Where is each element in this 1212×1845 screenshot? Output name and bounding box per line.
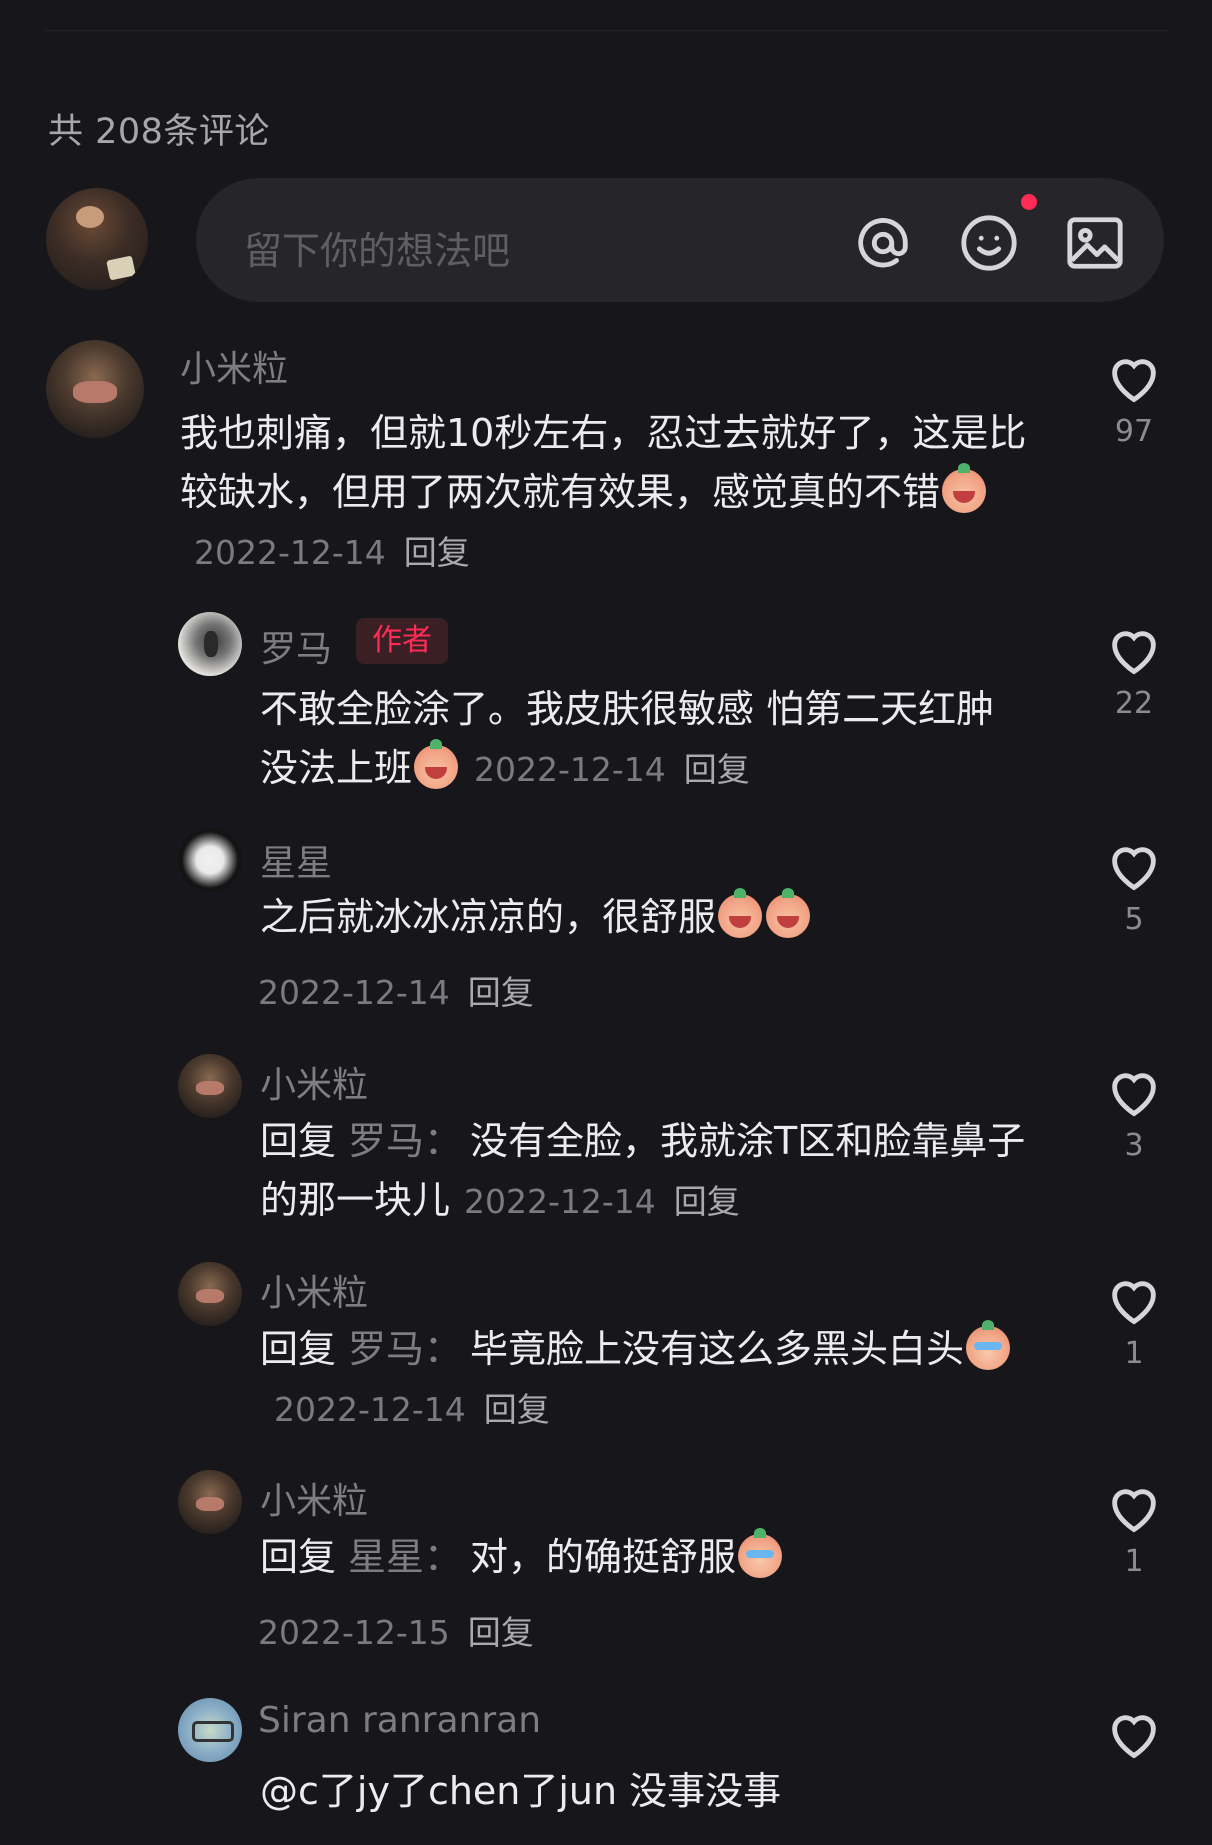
like-button[interactable]: 5 <box>1099 838 1169 937</box>
comment-body: @c了jy了chen了jun 没事没事 <box>260 1769 782 1813</box>
comment-date: 2022-12-15 <box>258 1613 450 1652</box>
like-count: 22 <box>1114 686 1154 721</box>
comment-date: 2022-12-14 <box>274 1390 466 1429</box>
avatar[interactable] <box>178 1054 242 1118</box>
comment-username[interactable]: 小米粒 <box>260 1264 368 1316</box>
smile-emoji-icon <box>942 463 987 513</box>
avatar[interactable] <box>178 612 242 676</box>
like-count: 97 <box>1114 414 1154 449</box>
heart-icon <box>1112 847 1156 891</box>
like-count: 3 <box>1124 1128 1144 1163</box>
reply-prefix: 回复 <box>260 1119 337 1163</box>
comment-date: 2022-12-14 <box>194 533 386 572</box>
cry-emoji-icon <box>966 1320 1011 1370</box>
comment-input[interactable]: 留下你的想法吧 <box>196 178 1164 302</box>
comment-date: 2022-12-14 <box>464 1182 656 1221</box>
smile-emoji-icon <box>414 739 459 789</box>
comment-text: 回复 星星： 对，的确挺舒服 <box>260 1528 1030 1587</box>
avatar[interactable] <box>178 1262 242 1326</box>
reply-button[interactable]: 回复 <box>404 533 470 572</box>
like-count: 1 <box>1124 1544 1144 1579</box>
comment-text: 回复 罗马： 毕竟脸上没有这么多黑头白头2022-12-14 回复 <box>260 1320 1040 1439</box>
current-user-avatar[interactable] <box>46 188 148 290</box>
reply-to-user: 罗马： <box>348 1119 463 1163</box>
at-icon[interactable] <box>852 212 914 274</box>
comment-input-placeholder: 留下你的想法吧 <box>244 229 511 273</box>
avatar[interactable] <box>46 340 144 438</box>
image-icon[interactable] <box>1064 212 1126 274</box>
heart-icon <box>1112 1489 1156 1533</box>
comment-date: 2022-12-14 <box>474 750 666 789</box>
comment-username[interactable]: 罗马 <box>260 620 332 672</box>
reply-button[interactable]: 回复 <box>684 750 750 789</box>
like-count: 1 <box>1124 1336 1144 1371</box>
laugh-emoji-icon <box>766 888 811 938</box>
reply-button[interactable]: 回复 <box>468 1613 534 1652</box>
comment-username[interactable]: 小米粒 <box>260 1472 368 1524</box>
like-button[interactable]: 3 <box>1099 1064 1169 1163</box>
comment-text: 不敢全脸涂了。我皮肤很敏感 怕第二天红肿没法上班 2022-12-14 回复 <box>260 680 1030 799</box>
reply-button[interactable]: 回复 <box>674 1182 740 1221</box>
comment-username[interactable]: 星星 <box>260 834 332 886</box>
like-button[interactable]: 22 <box>1099 622 1169 721</box>
like-button[interactable] <box>1099 1706 1169 1770</box>
like-button[interactable]: 1 <box>1099 1480 1169 1579</box>
cry-emoji-icon <box>738 1528 783 1578</box>
comment-text: @c了jy了chen了jun 没事没事 <box>260 1762 1030 1821</box>
heart-icon <box>1112 1715 1156 1759</box>
reply-to-user: 星星： <box>348 1535 463 1579</box>
author-badge: 作者 <box>356 618 448 664</box>
comment-username[interactable]: 小米粒 <box>180 340 288 392</box>
heart-icon <box>1112 1281 1156 1325</box>
reply-to-user: 罗马： <box>348 1327 463 1371</box>
comment-body: 对，的确挺舒服 <box>470 1535 737 1579</box>
like-button[interactable]: 1 <box>1099 1272 1169 1371</box>
avatar[interactable] <box>178 1698 242 1762</box>
like-button[interactable]: 97 <box>1099 350 1169 449</box>
comment-text: 之后就冰冰凉凉的，很舒服 <box>260 888 1030 947</box>
heart-icon <box>1112 359 1156 403</box>
reply-button[interactable]: 回复 <box>468 973 534 1012</box>
comment-username[interactable]: 小米粒 <box>260 1056 368 1108</box>
comment-body: 之后就冰冰凉凉的，很舒服 <box>260 895 717 939</box>
top-divider <box>44 30 1168 31</box>
comment-username[interactable]: Siran ranranran <box>258 1700 541 1741</box>
comment-text: 回复 罗马： 没有全脸，我就涂T区和脸靠鼻子的那一块儿 2022-12-14 回复 <box>260 1112 1030 1231</box>
avatar[interactable] <box>178 828 242 892</box>
heart-icon <box>1112 1073 1156 1117</box>
emoji-icon[interactable] <box>958 212 1020 274</box>
notification-dot <box>1021 194 1037 210</box>
comment-meta: 2022-12-14 回复 <box>258 966 534 1014</box>
reply-button[interactable]: 回复 <box>484 1390 550 1429</box>
comment-body: 我也刺痛，但就10秒左右，忍过去就好了，这是比较缺水，但用了两次就有效果，感觉真… <box>180 411 1027 514</box>
comment-text: 我也刺痛，但就10秒左右，忍过去就好了，这是比较缺水，但用了两次就有效果，感觉真… <box>180 404 1030 582</box>
like-count: 5 <box>1124 902 1144 937</box>
comment-date: 2022-12-14 <box>258 973 450 1012</box>
heart-icon <box>1112 631 1156 675</box>
laugh-emoji-icon <box>718 888 763 938</box>
comment-body: 毕竟脸上没有这么多黑头白头 <box>470 1327 965 1371</box>
comment-meta: 2022-12-15 回复 <box>258 1606 534 1654</box>
reply-prefix: 回复 <box>260 1535 337 1579</box>
reply-prefix: 回复 <box>260 1327 337 1371</box>
avatar[interactable] <box>178 1470 242 1534</box>
comment-count-title: 共 208条评论 <box>48 112 270 152</box>
